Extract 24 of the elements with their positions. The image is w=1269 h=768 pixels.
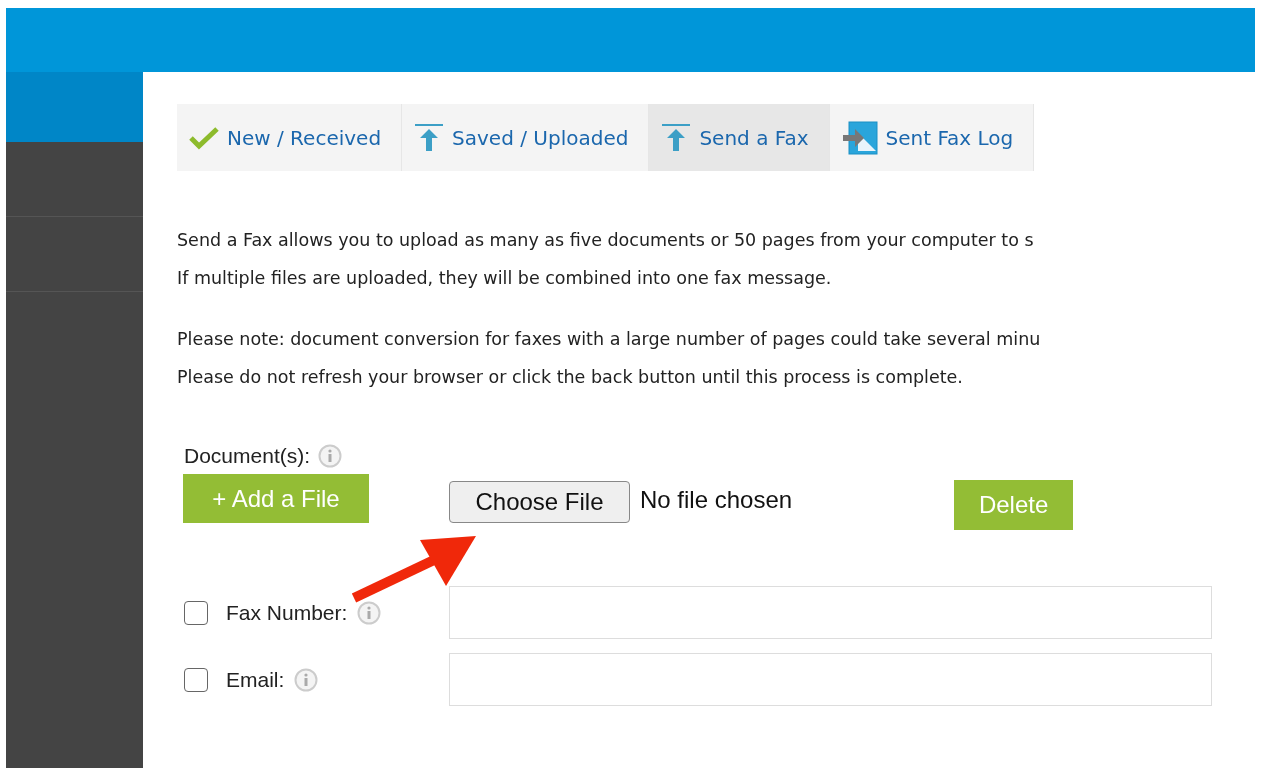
field-label: Fax Number: bbox=[226, 600, 348, 625]
upload-icon bbox=[414, 122, 445, 153]
tab[interactable]: New / Received bbox=[177, 104, 403, 171]
checkbox[interactable] bbox=[184, 600, 208, 625]
upload-icon bbox=[661, 122, 692, 153]
documents-label: Document(s): bbox=[184, 444, 311, 468]
description-text: Send a Fax allows you to upload as many as five documents or 50 pages from your computer to s bbox=[177, 229, 1035, 252]
description-text: If multiple files are uploaded, they will be combined into one fax message. bbox=[177, 267, 833, 290]
choose-file-button[interactable]: Choose File bbox=[449, 481, 630, 523]
info-icon[interactable] bbox=[357, 600, 382, 625]
note-text: Please do not refresh your browser or click the back button until this process is complete. bbox=[177, 366, 964, 389]
info-icon[interactable] bbox=[294, 667, 319, 692]
info-icon[interactable] bbox=[318, 444, 343, 468]
input-field[interactable] bbox=[449, 653, 1212, 706]
tab[interactable]: Sent Fax Log bbox=[829, 104, 1035, 171]
file-status-text: No file chosen bbox=[640, 486, 793, 514]
sent-log-icon bbox=[841, 120, 878, 155]
input-field[interactable] bbox=[449, 586, 1212, 639]
tab[interactable]: Saved / Uploaded bbox=[402, 104, 650, 171]
tab[interactable]: Send a Fax bbox=[649, 104, 830, 171]
field-label: Email: bbox=[226, 667, 285, 692]
checkbox[interactable] bbox=[184, 667, 208, 692]
note-text: Please note: document conversion for faxes with a large number of pages could take several minu bbox=[177, 328, 1042, 351]
checkmark-icon bbox=[189, 125, 219, 150]
